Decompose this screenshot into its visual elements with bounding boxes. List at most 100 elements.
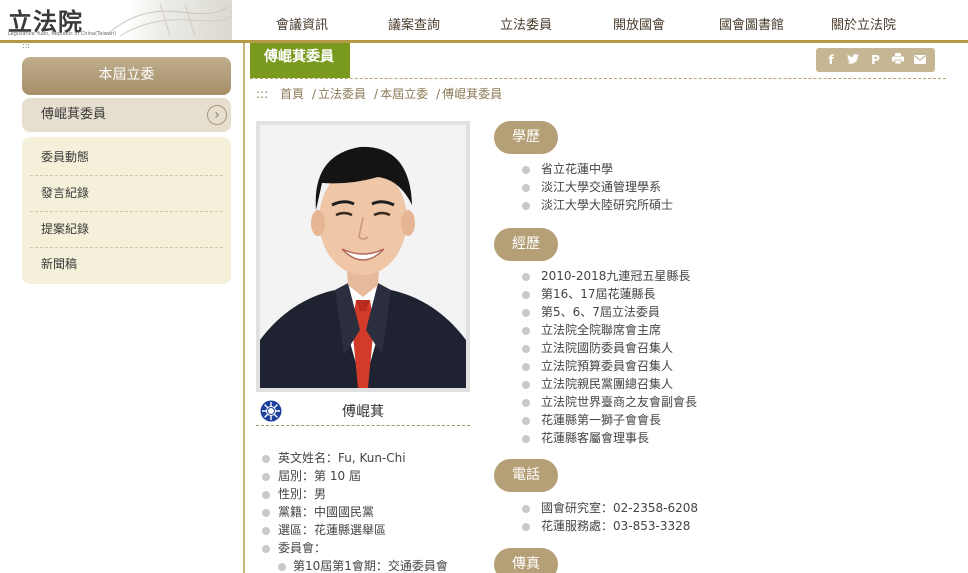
experience-item: 第5、6、7屆立法委員	[541, 305, 660, 319]
experience-item: 立法院預算委員會召集人	[541, 359, 674, 373]
breadcrumb-separator: /	[311, 87, 317, 101]
title-underline	[250, 78, 946, 79]
list-item: 省立花蓮中學	[522, 161, 673, 179]
breadcrumb-anchor-dots: :::	[256, 87, 269, 101]
list-item: 黨籍：中國國民黨	[262, 504, 448, 522]
bullet-icon	[262, 509, 270, 517]
bullet-icon	[522, 505, 530, 513]
nav-open-parliament[interactable]: 開放國會	[613, 14, 665, 33]
list-item: 第16、17屆花蓮縣長	[522, 286, 697, 304]
list-item: 第10屆第1會期：交通委員會	[262, 558, 448, 573]
breadcrumb: ::: 首頁 / 立法委員 / 本屆立委 / 傅崐萁委員	[256, 85, 504, 102]
info-english-name: 英文姓名：Fu, Kun-Chi	[278, 451, 406, 465]
experience-item: 立法院世界臺商之友會副會長	[541, 395, 698, 409]
experience-item: 立法院親民黨團總召集人	[541, 377, 674, 391]
bullet-icon	[522, 435, 530, 443]
section-education-label: 學歷	[494, 121, 558, 154]
list-item: 立法院親民黨團總召集人	[522, 376, 697, 394]
header-divider	[0, 40, 968, 43]
plurk-icon[interactable]: P	[866, 53, 884, 67]
sidebar-anchor-dots: :::	[22, 41, 31, 50]
sidebar-item-current[interactable]: 傅崐萁委員 ›	[22, 98, 231, 132]
nav-library[interactable]: 國會圖書館	[719, 14, 784, 33]
info-committee-label: 委員會：	[278, 541, 327, 555]
list-item: 花蓮縣客屬會理事長	[522, 430, 697, 448]
mail-icon[interactable]	[911, 53, 929, 67]
facebook-icon[interactable]: f	[822, 53, 840, 67]
bullet-icon	[262, 491, 270, 499]
phone-item: 國會研究室：02-2358-6208	[541, 501, 699, 515]
top-nav: 會議資訊 議案查詢 立法委員 開放國會 國會圖書館 關於立法院	[232, 0, 968, 40]
info-committee: 第10屆第1會期：交通委員會	[293, 559, 448, 573]
bullet-icon	[522, 273, 530, 281]
logo-subtitle: Legislative Yuan, Republic of China(Taiw…	[8, 31, 116, 37]
section-fax-label: 傳真	[494, 548, 558, 573]
nav-meetings[interactable]: 會議資訊	[276, 14, 328, 33]
list-item: 淡江大學大陸研究所碩士	[522, 197, 673, 215]
list-item: 花蓮服務處：03-853-3328	[522, 518, 698, 536]
sidebar-submenu: 委員動態 發言紀錄 提案紀錄 新聞稿	[22, 137, 231, 284]
education-item: 省立花蓮中學	[541, 162, 614, 176]
breadcrumb-home[interactable]: 首頁	[280, 87, 304, 101]
bullet-icon	[262, 455, 270, 463]
site-logo[interactable]: 立法院 Legislative Yuan, Republic of China(…	[0, 0, 232, 40]
page-title-tab: 傅崐萁委員	[250, 43, 350, 78]
info-term: 屆別：第 10 屆	[278, 469, 361, 483]
nav-legislators[interactable]: 立法委員	[500, 14, 552, 33]
legislator-photo-frame	[256, 121, 470, 392]
profile-info-list: 英文姓名：Fu, Kun-Chi 屆別：第 10 屆 性別：男 黨籍：中國國民黨…	[262, 450, 448, 573]
section-phone-label: 電話	[494, 459, 558, 492]
experience-item: 花蓮縣客屬會理事長	[541, 431, 650, 445]
bullet-icon	[522, 417, 530, 425]
bullet-icon	[522, 309, 530, 317]
experience-item: 立法院全院聯席會主席	[541, 323, 662, 337]
site-header: 立法院 Legislative Yuan, Republic of China(…	[0, 0, 968, 40]
sidebar-item-speeches[interactable]: 發言紀錄	[22, 176, 231, 211]
legislator-photo	[260, 125, 466, 388]
bullet-icon	[522, 399, 530, 407]
bullet-icon	[522, 291, 530, 299]
logo-decoration	[109, 3, 229, 37]
legislator-name: 傅崐萁	[342, 404, 384, 420]
bullet-icon	[262, 527, 270, 535]
bullet-icon	[522, 327, 530, 335]
bullet-icon	[522, 363, 530, 371]
phone-list: 國會研究室：02-2358-6208 花蓮服務處：03-853-3328	[522, 500, 698, 536]
sidebar-item-label: 傅崐萁委員	[41, 107, 107, 122]
sidebar-item-news[interactable]: 委員動態	[22, 140, 231, 175]
nav-about[interactable]: 關於立法院	[831, 14, 896, 33]
education-item: 淡江大學大陸研究所碩士	[541, 198, 674, 212]
info-gender: 性別：男	[278, 487, 327, 501]
experience-item: 2010-2018九連冠五星縣長	[541, 269, 691, 283]
list-item: 第5、6、7屆立法委員	[522, 304, 697, 322]
legislator-name-row: 傅崐萁	[256, 398, 470, 426]
nav-bills[interactable]: 議案查詢	[388, 14, 440, 33]
sidebar-item-proposals[interactable]: 提案紀錄	[22, 212, 231, 247]
education-item: 淡江大學交通管理學系	[541, 180, 662, 194]
sidebar-title[interactable]: 本屆立委	[22, 57, 231, 95]
bullet-icon	[262, 473, 270, 481]
print-icon[interactable]	[889, 53, 907, 67]
bullet-icon	[522, 381, 530, 389]
experience-item: 第16、17屆花蓮縣長	[541, 287, 656, 301]
sidebar-item-press[interactable]: 新聞稿	[22, 247, 231, 282]
section-experience-label: 經歷	[494, 228, 558, 261]
list-item: 花蓮縣第一獅子會會長	[522, 412, 697, 430]
list-item: 屆別：第 10 屆	[262, 468, 448, 486]
list-item: 國會研究室：02-2358-6208	[522, 500, 698, 518]
twitter-icon[interactable]	[844, 53, 862, 67]
info-party: 黨籍：中國國民黨	[278, 505, 375, 519]
list-item: 立法院預算委員會召集人	[522, 358, 697, 376]
breadcrumb-current-term[interactable]: 本屆立委	[380, 87, 428, 101]
breadcrumb-legislators[interactable]: 立法委員	[318, 87, 366, 101]
phone-item: 花蓮服務處：03-853-3328	[541, 519, 691, 533]
breadcrumb-current-page[interactable]: 傅崐萁委員	[442, 87, 502, 101]
bullet-icon	[522, 184, 530, 192]
bullet-icon	[262, 545, 270, 553]
breadcrumb-separator: /	[436, 87, 441, 101]
bullet-icon	[522, 345, 530, 353]
bullet-icon	[522, 202, 530, 210]
list-item: 立法院國防委員會召集人	[522, 340, 697, 358]
list-item: 委員會：	[262, 540, 448, 558]
list-item: 選區：花蓮縣選舉區	[262, 522, 448, 540]
